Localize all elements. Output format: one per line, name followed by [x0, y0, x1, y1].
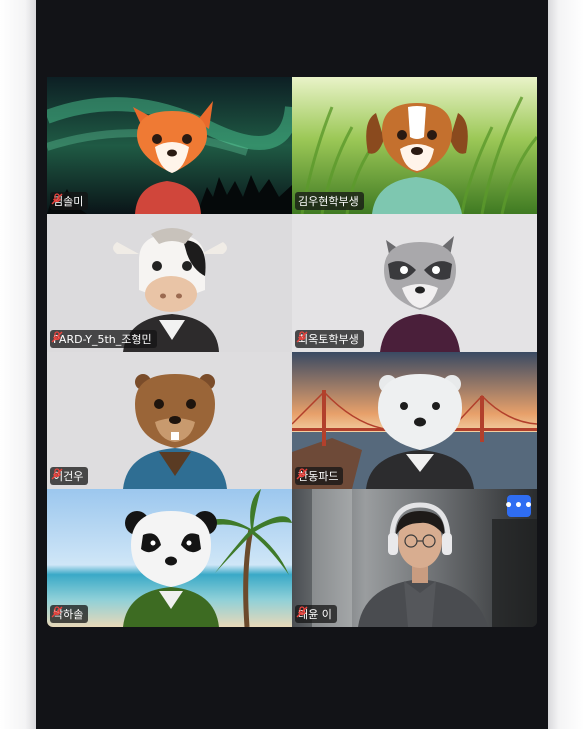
more-options-button[interactable]: ••• [504, 495, 534, 517]
video-tile[interactable]: 박하솔 [47, 489, 292, 627]
video-tile[interactable]: 이건우 [47, 352, 292, 489]
participant-name-label: PARD-Y_5th_조형민 [50, 330, 157, 348]
muted-mic-icon [296, 331, 308, 343]
muted-mic-icon [51, 331, 63, 343]
video-tile[interactable]: 김솔미 [47, 77, 292, 214]
muted-mic-icon [296, 606, 308, 618]
participant-name-label: 박하솔 [50, 605, 89, 623]
participant-name-label: 최옥토학부생 [295, 330, 364, 348]
participant-name-label: 이건우 [50, 467, 89, 485]
participant-name-label: 태윤 이 [295, 605, 337, 623]
left-frame-edge [0, 0, 36, 729]
video-gallery-grid: 김솔미 김우현학부생 PARD-Y_5th_조형민 최옥토학부생 이건우 한동파… [47, 77, 537, 627]
video-tile[interactable]: ••• 태윤 이 [292, 489, 537, 627]
video-tile[interactable]: PARD-Y_5th_조형민 [47, 214, 292, 352]
video-tile-active-speaker[interactable]: 김우현학부생 [292, 77, 537, 214]
more-options-icon: ••• [504, 498, 534, 514]
muted-mic-icon [296, 468, 308, 480]
participant-name-label: 김솔미 [50, 192, 89, 210]
muted-mic-icon [51, 468, 63, 480]
muted-mic-icon [51, 193, 63, 205]
participant-name: PARD-Y_5th_조형민 [53, 333, 152, 346]
participant-name: 김우현학부생 [298, 195, 359, 208]
muted-mic-icon [51, 606, 63, 618]
video-tile[interactable]: 최옥토학부생 [292, 214, 537, 352]
right-frame-edge [548, 0, 584, 729]
video-tile[interactable]: 한동파드 [292, 352, 537, 489]
participant-name-label: 한동파드 [295, 467, 344, 485]
participant-name-label: 김우현학부생 [295, 192, 364, 210]
